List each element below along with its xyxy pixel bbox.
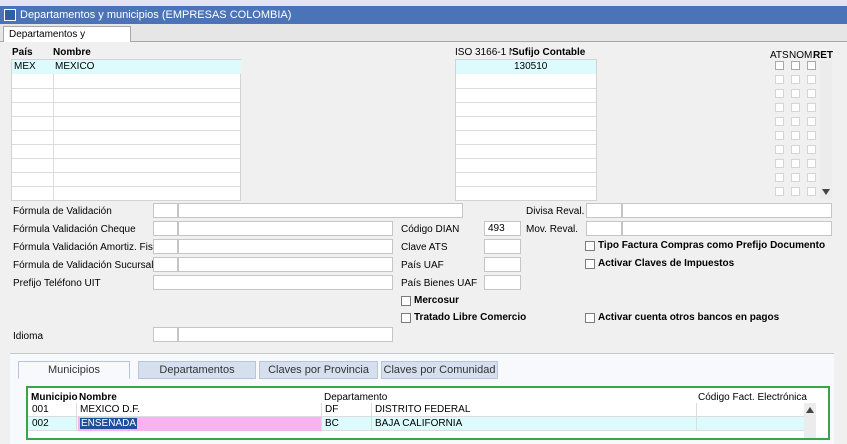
header-nom[interactable]: NOM. (789, 50, 815, 61)
formula-validacion-input[interactable] (178, 203, 463, 218)
header-pais[interactable]: País (12, 47, 33, 58)
subtab-claves-comunidad[interactable]: Claves por Comunidad (381, 361, 498, 379)
codigo-dian-input[interactable]: 493 (484, 221, 521, 236)
label-mov-reval: Mov. Reval. (526, 224, 579, 235)
label-formula-cheque: Fórmula Validación Cheque (13, 224, 136, 235)
municipio-code[interactable]: 001 (30, 403, 75, 417)
scroll-down-icon (822, 189, 830, 195)
subtab-departamentos[interactable]: Departamentos (138, 361, 256, 379)
municipios-scrollbar[interactable] (804, 403, 816, 438)
label-clave-ats: Clave ATS (401, 242, 448, 253)
country-name[interactable]: MEXICO (53, 60, 241, 74)
departamento-name[interactable]: BAJA CALIFORNIA (373, 417, 693, 431)
formula-cheque-input[interactable] (178, 221, 393, 236)
app-icon (4, 9, 16, 21)
idioma-input[interactable] (178, 327, 393, 342)
scroll-up-icon (806, 407, 814, 413)
mov-reval-input[interactable] (622, 221, 832, 236)
ats-checkbox[interactable] (775, 61, 784, 70)
nom-checkbox[interactable] (791, 61, 800, 70)
departamento-code[interactable]: BC (323, 417, 368, 431)
activar-cuenta-checkbox[interactable] (585, 313, 595, 323)
tratado-label: Tratado Libre Comercio (414, 312, 527, 323)
ret-checkbox[interactable] (807, 61, 816, 70)
activar-claves-checkbox[interactable] (585, 259, 595, 269)
formula-validacion-code[interactable] (153, 203, 178, 218)
header-departamento[interactable]: Departamento (324, 392, 387, 403)
tipo-factura-checkbox[interactable] (585, 241, 595, 251)
municipio-name-selected-text: ENSENADA (80, 418, 138, 429)
header-sufijo[interactable]: Sufijo Contable (512, 47, 586, 58)
subtab-claves-provincia[interactable]: Claves por Provincia (259, 361, 378, 379)
divisa-reval-input[interactable] (622, 203, 832, 218)
header-nombre[interactable]: Nombre (53, 47, 91, 58)
header-municipio[interactable]: Municipio (31, 392, 78, 403)
municipio-name-edit[interactable]: ENSENADA (78, 417, 322, 431)
tratado-checkbox[interactable] (401, 313, 411, 323)
departamento-name[interactable]: DISTRITO FEDERAL (373, 403, 693, 417)
formula-sucursal-input[interactable] (178, 257, 393, 272)
formula-amortiz-input[interactable] (178, 239, 393, 254)
label-formula-validacion: Fórmula de Validación (13, 206, 112, 217)
countries-grid-left: MEX MEXICO (11, 59, 241, 201)
mercosur-checkbox[interactable] (401, 296, 411, 306)
label-formula-sucursal: Fórmula de Validación Sucursal (13, 260, 154, 271)
tab-departamentos-municipios[interactable]: Departamentos y municipios (3, 26, 131, 55)
label-pais-bienes-uaf: País Bienes UAF (401, 278, 478, 289)
countries-scrollbar[interactable] (820, 61, 832, 199)
formula-cheque-code[interactable] (153, 221, 178, 236)
formula-amortiz-code[interactable] (153, 239, 178, 254)
main-tabstrip: Departamentos y municipios (0, 24, 847, 55)
idioma-code[interactable] (153, 327, 178, 342)
pais-bienes-uaf-input[interactable] (484, 275, 521, 290)
activar-claves-label: Activar Claves de Impuestos (598, 258, 735, 269)
header-iso[interactable]: ISO 3166-1 Numérico (455, 47, 515, 58)
activar-cuenta-label: Activar cuenta otros bancos en pagos (598, 312, 780, 323)
municipio-row-1[interactable]: 001 MEXICO D.F. DF DISTRITO FEDERAL (28, 403, 804, 417)
subtab-municipios[interactable]: Municipios (18, 361, 130, 379)
mov-reval-code[interactable] (586, 221, 622, 236)
label-codigo-dian: Código DIAN (401, 224, 460, 235)
header-ret[interactable]: RET (813, 50, 833, 61)
departamento-code[interactable]: DF (323, 403, 368, 417)
countries-grid-right: 130510 (455, 59, 597, 201)
header-ats[interactable]: ATS (770, 50, 789, 61)
country-sufijo[interactable]: 130510 (456, 60, 596, 74)
window-title: Departamentos y municipios (EMPRESAS COL… (20, 9, 292, 21)
flag-checkbox-columns (775, 61, 821, 196)
clave-ats-input[interactable] (484, 239, 521, 254)
pais-uaf-input[interactable] (484, 257, 521, 272)
label-prefijo-telefono: Prefijo Teléfono UIT (13, 278, 101, 289)
label-divisa-reval: Divisa Reval. (526, 206, 585, 217)
formula-sucursal-code[interactable] (153, 257, 178, 272)
municipio-name[interactable]: MEXICO D.F. (78, 403, 318, 417)
header-codigo-fact[interactable]: Código Fact. Electrónica (698, 392, 807, 403)
mercosur-label: Mercosur (414, 295, 460, 306)
prefijo-telefono-input[interactable] (153, 275, 393, 290)
window-titlebar: Departamentos y municipios (EMPRESAS COL… (0, 6, 847, 24)
label-formula-amortiz: Fórmula Validación Amortiz. Fiscal (13, 242, 166, 253)
label-idioma: Idioma (13, 331, 44, 342)
header-mun-nombre[interactable]: Nombre (79, 392, 117, 403)
municipio-code[interactable]: 002 (30, 417, 75, 431)
label-pais-uaf: País UAF (401, 260, 444, 271)
tipo-factura-label: Tipo Factura Compras como Prefijo Docume… (598, 240, 826, 251)
divisa-reval-code[interactable] (586, 203, 622, 218)
country-code[interactable]: MEX (12, 60, 53, 74)
municipio-row-2[interactable]: 002 ENSENADA BC BAJA CALIFORNIA (28, 417, 804, 431)
